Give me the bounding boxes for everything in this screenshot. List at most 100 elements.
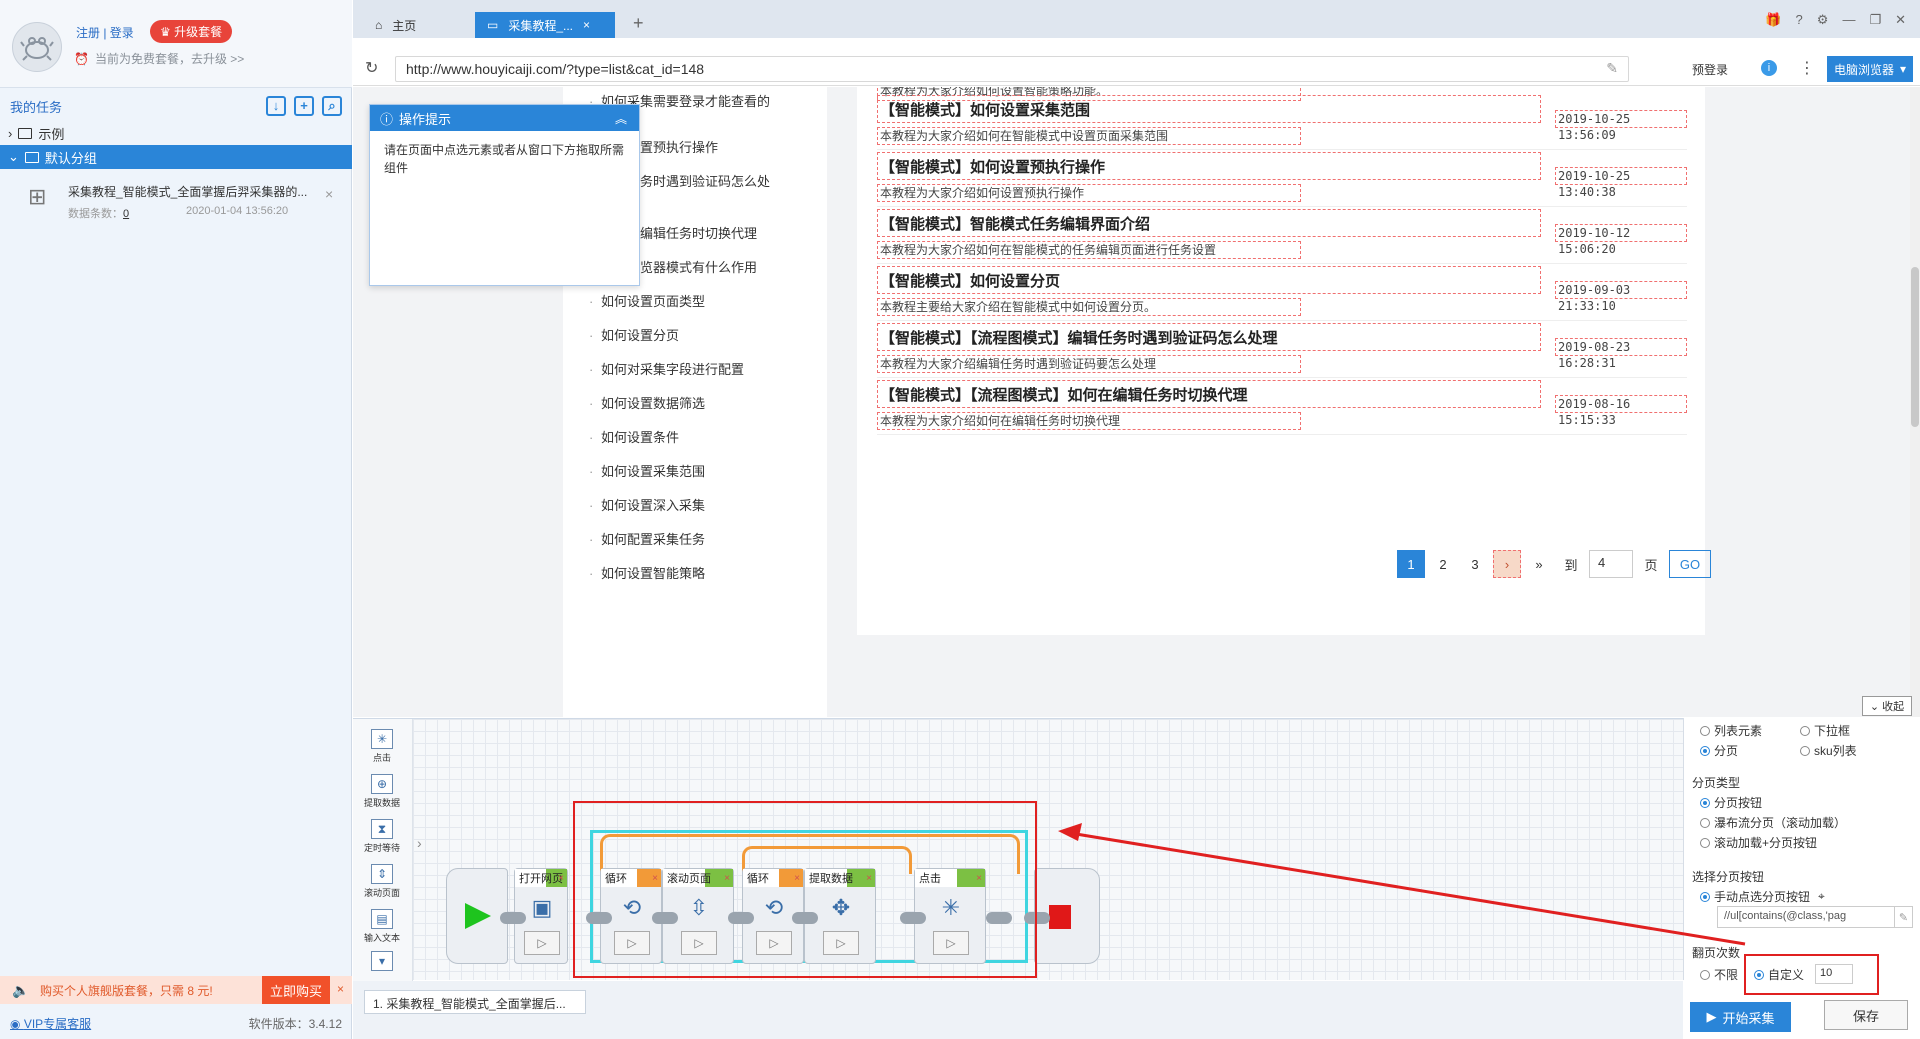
article-title[interactable]: 【智能模式】如何设置预执行操作 [877,152,1541,180]
more-tools[interactable]: ▾ [357,951,407,973]
gear-icon[interactable]: ⚙ [1817,12,1829,28]
article-desc[interactable]: 本教程主要给大家介绍在智能模式中如何设置分页。 [877,298,1301,316]
plan-note[interactable]: ⏰ 当前为免费套餐，去升级 >> [74,50,244,67]
save-button[interactable]: 保存 [1824,1000,1908,1030]
scroll-icon: ⇕ [371,864,393,884]
prelogin-button[interactable]: 预登录 [1692,61,1728,78]
page-button-2[interactable]: 2 [1429,550,1457,578]
chevron-right-icon[interactable]: › [417,835,422,851]
chevron-down-icon: ⌄ [8,149,19,164]
close-icon[interactable]: × [558,873,564,884]
buy-now-button[interactable]: 立即购买 [262,976,330,1004]
url-input[interactable]: http://www.houyicaiji.com/?type=list&cat… [395,56,1629,82]
nav-link[interactable]: 如何设置页面类型 [589,293,801,311]
browser-mode-select[interactable]: 电脑浏览器 ▾ [1827,56,1913,82]
chevron-right-icon: › [8,125,13,141]
task-count-value[interactable]: 0 [123,208,129,220]
option-unlimited[interactable]: 不限 [1700,966,1738,983]
new-task-icon[interactable]: + [294,95,314,116]
gift-icon[interactable]: 🎁 [1765,12,1781,28]
page-button-1[interactable]: 1 [1397,550,1425,578]
workflow-tab[interactable]: 1. 采集教程_智能模式_全面掌握后... [364,990,586,1014]
info-icon[interactable]: i [1761,60,1777,76]
vip-support-link[interactable]: ◉ VIP专属客服 [10,1015,91,1032]
vertical-scrollbar[interactable] [1910,87,1920,717]
article-title[interactable]: 【智能模式】智能模式任务编辑界面介绍 [877,209,1541,237]
close-icon[interactable]: × [337,982,344,996]
article-title[interactable]: 【智能模式】【流程图模式】如何在编辑任务时切换代理 [877,380,1541,408]
option-dropdown[interactable]: 下拉框 [1800,722,1850,739]
input-text-tool[interactable]: ▤ 输入文本 [357,909,407,944]
edit-icon[interactable]: ✎ [1606,60,1618,77]
chevron-up-icon[interactable]: ︽ [615,110,627,127]
avatar[interactable] [12,22,62,72]
nav-link[interactable]: 如何设置数据筛选 [589,395,801,413]
edit-icon[interactable]: ✎ [1895,906,1913,928]
tip-header[interactable]: ⓘ 操作提示 ︽ [370,105,639,131]
crosshair-icon[interactable]: ⌖ [1818,889,1825,904]
article-desc[interactable]: 本教程为大家介绍编辑任务时遇到验证码要怎么处理 [877,355,1301,373]
browser-mode-label: 电脑浏览器 [1833,62,1894,77]
scroll-thumb[interactable] [1911,267,1919,427]
help-icon[interactable]: ? [1796,12,1803,28]
import-icon[interactable]: ↓ [266,95,286,116]
maximize-icon[interactable]: ❐ [1869,12,1881,28]
option-list-element[interactable]: 列表元素 [1700,722,1762,739]
alarm-icon: ⏰ [74,51,89,66]
close-icon[interactable]: × [583,18,590,32]
nav-link[interactable]: 如何设置智能策略 [589,565,801,583]
option-page-button[interactable]: 分页按钮 [1700,794,1762,811]
new-tab-button[interactable]: + [621,10,656,36]
click-tool[interactable]: ✳ 点击 [357,729,407,764]
reload-icon[interactable]: ↻ [365,58,378,78]
next-page-button[interactable]: › [1493,550,1521,578]
nav-link[interactable]: 如何设置分页 [589,327,801,345]
search-task-icon[interactable]: ⌕ [322,96,342,117]
extract-tool[interactable]: ⊕ 提取数据 [357,774,407,809]
article-desc[interactable]: 本教程为大家介绍如何在编辑任务时切换代理 [877,412,1301,430]
tab-tutorial[interactable]: ▭ 采集教程_... × [475,12,615,38]
option-scroll-plus-button[interactable]: 滚动加载+分页按钮 [1700,834,1817,851]
article-desc[interactable]: 本教程为大家介绍如何设置预执行操作 [877,184,1301,202]
more-icon[interactable]: ⋮ [1799,58,1815,78]
nav-link[interactable]: 如何配置采集任务 [589,531,801,549]
radio-icon [1800,725,1810,736]
option-label: 瀑布流分页（滚动加载） [1714,816,1847,830]
article-title[interactable]: 【智能模式】如何设置分页 [877,266,1541,294]
article-date: 2019-10-12 15:06:20 [1555,224,1687,256]
option-pagination[interactable]: 分页 [1700,742,1738,759]
nav-link[interactable]: 如何设置条件 [589,429,801,447]
page-button-3[interactable]: 3 [1461,550,1489,578]
option-manual-select[interactable]: 手动点选分页按钮 ⌖ [1700,888,1825,905]
go-button[interactable]: GO [1669,550,1711,578]
scroll-tool[interactable]: ⇕ 滚动页面 [357,864,407,899]
tab-home[interactable]: ⌂ 主页 [363,12,475,38]
xpath-input[interactable]: //ul[contains(@class,'pag [1717,906,1895,928]
article-date: 2019-10-25 13:56:09 [1555,110,1687,142]
window-controls: 🎁 ? ⚙ — ❐ ✕ [1765,12,1906,28]
close-icon[interactable]: ✕ [1895,12,1906,28]
nav-link[interactable]: 如何设置采集范围 [589,463,801,481]
node-run-icon[interactable]: ▷ [524,931,560,955]
tree-group-default[interactable]: ⌄ 默认分组 [0,145,352,169]
article-title[interactable]: 【智能模式】【流程图模式】编辑任务时遇到验证码怎么处理 [877,323,1541,351]
goto-page-input[interactable]: 4 [1589,550,1633,578]
upgrade-button[interactable]: ♛ 升级套餐 [150,20,233,43]
article-desc[interactable]: 本教程为大家介绍如何在智能模式的任务编辑页面进行任务设置 [877,241,1301,259]
article-desc[interactable]: 本教程为大家介绍如何在智能模式中设置页面采集范围 [877,127,1301,145]
article-title[interactable]: 【智能模式】如何设置采集范围 [877,95,1541,123]
collapse-button[interactable]: ⌄ 收起 [1862,696,1912,716]
task-list-item[interactable]: ⊞ 采集教程_智能模式_全面掌握后羿采集器的... 数据条数：0 2020-01… [0,176,352,228]
wait-tool[interactable]: ⧗ 定时等待 [357,819,407,854]
start-collect-button[interactable]: ▶ 开始采集 [1690,1002,1791,1032]
option-waterfall[interactable]: 瀑布流分页（滚动加载） [1700,814,1846,831]
minimize-icon[interactable]: — [1842,12,1855,28]
nav-link[interactable]: 如何设置深入采集 [589,497,801,515]
nav-link[interactable]: 如何对采集字段进行配置 [589,361,801,379]
tree-group-examples[interactable]: › 示例 [0,121,352,145]
workflow-start-node[interactable] [446,868,508,964]
close-icon[interactable]: × [325,186,333,202]
option-sku-list[interactable]: sku列表 [1800,742,1857,759]
login-link[interactable]: 注册 | 登录 [76,24,134,41]
last-page-button[interactable]: » [1525,550,1553,578]
